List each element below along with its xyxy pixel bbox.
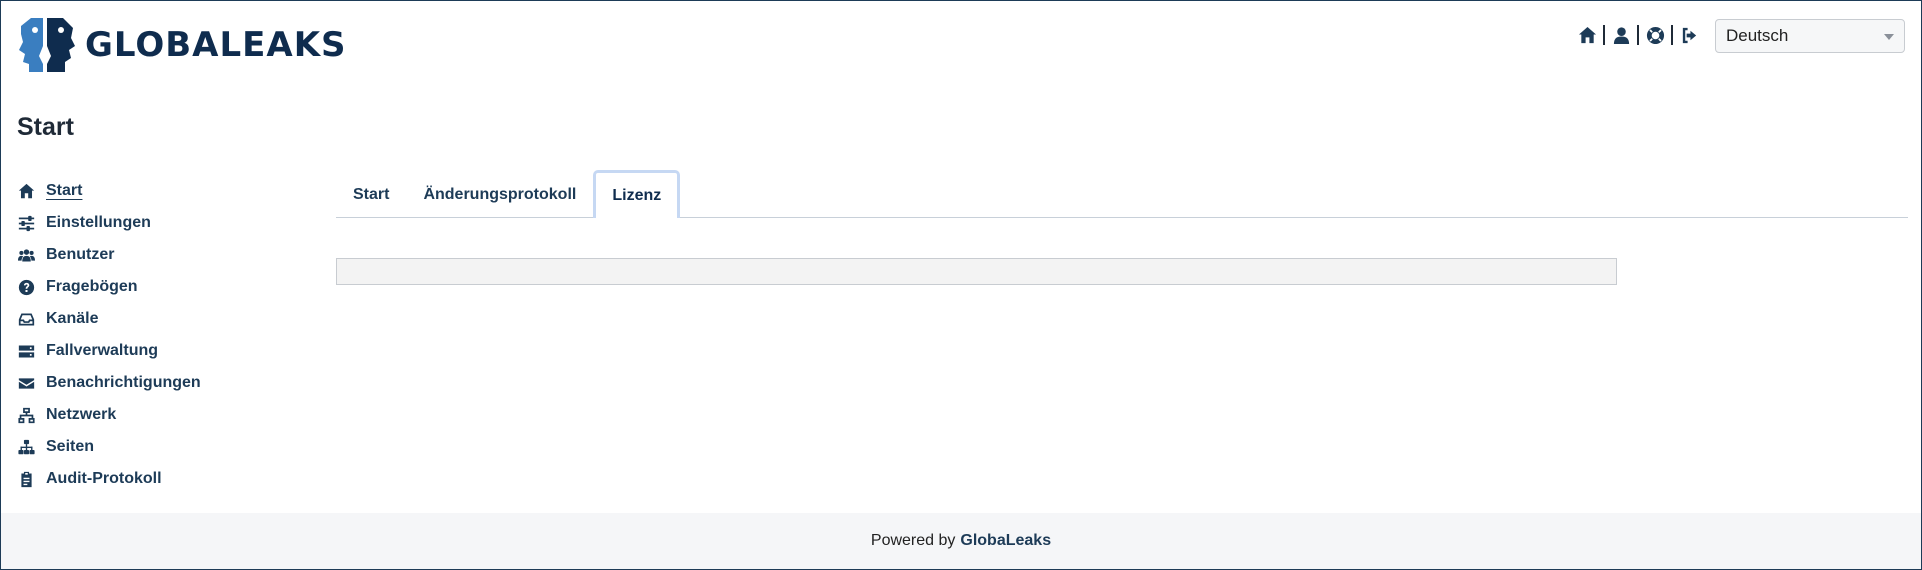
sidebar-item-seiten[interactable]: Seiten [17,431,277,463]
home-icon[interactable] [1576,24,1598,46]
separator [1603,25,1605,45]
home-icon [17,182,35,200]
tab-bar: Start Änderungsprotokoll Lizenz [336,170,1908,218]
sidebar-item-frageboegen[interactable]: Fragebögen [17,271,277,303]
sidebar-item-start[interactable]: Start [17,175,277,207]
sidebar-item-label: Benachrichtigungen [46,374,201,391]
sidebar-item-label: Audit-Protokoll [46,470,162,487]
sidebar-item-einstellungen[interactable]: Einstellungen [17,207,277,239]
header-toolbar [1576,22,1700,48]
inbox-icon [17,310,35,328]
user-icon[interactable] [1610,24,1632,46]
sliders-icon [17,214,35,232]
sidebar-item-benutzer[interactable]: Benutzer [17,239,277,271]
language-select[interactable]: Deutsch [1715,19,1905,53]
sidebar-item-kanaele[interactable]: Kanäle [17,303,277,335]
support-icon[interactable] [1644,24,1666,46]
sitemap-icon [17,438,35,456]
page-title: Start [17,113,74,141]
footer-brand-link[interactable]: GlobaLeaks [960,532,1051,550]
sidebar-item-label: Netzwerk [46,406,117,423]
license-text-box[interactable] [336,258,1617,285]
sidebar-item-label: Benutzer [46,246,115,263]
globaleaks-logo[interactable]: GLOBALEAKS [17,16,347,74]
footer: Powered by GlobaLeaks [1,513,1921,569]
tab-aenderungsprotokoll[interactable]: Änderungsprotokoll [406,172,593,217]
sidebar-item-fallverwaltung[interactable]: Fallverwaltung [17,335,277,367]
sidebar-item-label: Fallverwaltung [46,342,159,359]
envelope-icon [17,374,35,392]
separator [1671,25,1673,45]
question-icon [17,278,35,296]
sidebar-nav: Start Einstellungen Benutzer Fragebögen … [17,175,277,495]
server-icon [17,342,35,360]
sidebar-item-label: Fragebögen [46,278,138,295]
sidebar-item-audit-protokoll[interactable]: Audit-Protokoll [17,463,277,495]
sidebar-item-label: Seiten [46,438,95,455]
logout-icon[interactable] [1678,24,1700,46]
logo-faces-icon [19,18,75,72]
sidebar-item-label: Einstellungen [46,214,151,231]
sidebar-item-label: Start [46,182,83,199]
window-frame [0,0,1922,570]
sidebar-item-benachrichtigungen[interactable]: Benachrichtigungen [17,367,277,399]
clipboard-icon [17,470,35,488]
chevron-down-icon [1884,34,1894,40]
tab-lizenz[interactable]: Lizenz [593,170,681,218]
language-select-value: Deutsch [1726,26,1789,45]
sidebar-item-netzwerk[interactable]: Netzwerk [17,399,277,431]
separator [1637,25,1639,45]
tab-start[interactable]: Start [336,172,406,217]
brand-name: GLOBALEAKS [85,25,347,65]
network-icon [17,406,35,424]
sidebar-item-label: Kanäle [46,310,99,327]
users-icon [17,246,35,264]
footer-prefix: Powered by [870,532,956,549]
